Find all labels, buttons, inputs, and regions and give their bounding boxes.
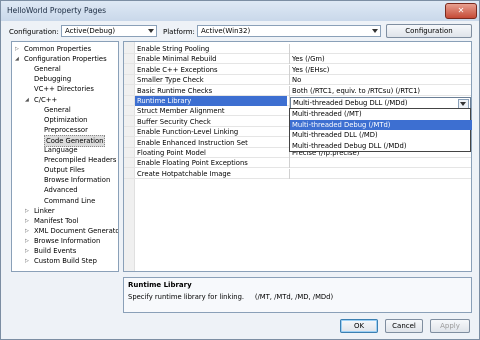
property-value bbox=[292, 44, 470, 54]
chevron-down-icon bbox=[460, 102, 466, 106]
dropdown-option[interactable]: Multi-threaded (/MT) bbox=[290, 109, 472, 120]
property-name: Enable Floating Point Exceptions bbox=[137, 159, 248, 168]
description-text: Specify runtime library for linking. (/M… bbox=[128, 293, 334, 301]
property-value: Yes (/EHsc) bbox=[292, 65, 330, 74]
tree-item[interactable]: C/C++ bbox=[34, 95, 57, 105]
description-title: Runtime Library bbox=[128, 281, 192, 289]
description-panel: Runtime Library Specify runtime library … bbox=[123, 277, 472, 313]
dropdown-option[interactable]: Multi-threaded Debug (/MTd) bbox=[290, 119, 472, 131]
tree-item[interactable]: Output Files bbox=[44, 165, 85, 175]
chevron-down-icon bbox=[372, 29, 378, 33]
property-row[interactable]: Enable Floating Point Exceptions bbox=[124, 158, 471, 169]
property-value bbox=[292, 158, 470, 168]
runtime-library-options[interactable]: Multi-threaded (/MT) Multi-threaded Debug… bbox=[289, 108, 472, 152]
tree-item[interactable]: Advanced bbox=[44, 185, 78, 195]
property-name: Create Hotpatchable Image bbox=[137, 169, 231, 178]
tree-item[interactable]: Browse Information bbox=[34, 236, 100, 246]
tree-item[interactable]: VC++ Directories bbox=[34, 84, 94, 94]
column-divider bbox=[289, 64, 290, 75]
property-pages-window: HelloWorld Property Pages ✕ Configuratio… bbox=[0, 0, 480, 340]
property-row[interactable]: Enable String Pooling bbox=[124, 44, 471, 54]
property-name: Enable Minimal Rebuild bbox=[137, 55, 217, 64]
configuration-value: Active(Debug) bbox=[65, 27, 116, 35]
property-row[interactable]: Enable Minimal Rebuild Yes (/Gm) bbox=[124, 54, 471, 65]
property-name: Buffer Security Check bbox=[137, 117, 211, 126]
dropdown-option[interactable]: Multi-threaded Debug DLL (/MDd) bbox=[290, 141, 472, 152]
expand-arrow-icon[interactable]: ▷ bbox=[25, 248, 29, 254]
ok-button[interactable]: OK bbox=[340, 319, 378, 333]
property-name: Enable String Pooling bbox=[137, 45, 210, 53]
configuration-label: Configuration: bbox=[9, 28, 59, 36]
property-name: Floating Point Model bbox=[137, 149, 206, 157]
tree-item[interactable]: Common Properties bbox=[24, 44, 91, 54]
tree-item[interactable]: XML Document Generator bbox=[34, 226, 118, 236]
expand-arrow-icon[interactable]: ▷ bbox=[15, 46, 19, 52]
property-value bbox=[292, 169, 470, 179]
property-row[interactable]: Create Hotpatchable Image bbox=[124, 168, 471, 179]
tree-item[interactable]: Preprocessor bbox=[44, 125, 88, 135]
window-title: HelloWorld Property Pages bbox=[7, 6, 107, 15]
title-bar: HelloWorld Property Pages ✕ bbox=[1, 1, 479, 21]
property-row[interactable]: Basic Runtime Checks Both (/RTC1, equiv. … bbox=[124, 85, 471, 96]
tree-item[interactable]: Manifest Tool bbox=[34, 216, 78, 226]
tree-item[interactable]: Precompiled Headers bbox=[44, 155, 116, 165]
apply-button[interactable]: Apply bbox=[430, 319, 470, 333]
platform-select[interactable]: Active(Win32) bbox=[197, 25, 381, 37]
collapse-arrow-icon[interactable]: ◢ bbox=[25, 97, 29, 103]
property-name: Smaller Type Check bbox=[137, 76, 204, 85]
property-value: Both (/RTC1, equiv. to /RTCsu) (/RTC1) bbox=[292, 86, 421, 95]
property-row[interactable]: Enable C++ Exceptions Yes (/EHsc) bbox=[124, 64, 471, 75]
property-name: Runtime Library bbox=[135, 96, 287, 106]
column-divider bbox=[289, 158, 290, 169]
collapse-arrow-icon[interactable]: ◢ bbox=[15, 56, 19, 62]
property-name: Enable Enhanced Instruction Set bbox=[137, 138, 248, 147]
tree-item[interactable]: Build Events bbox=[34, 246, 76, 256]
property-grid[interactable]: Enable String Pooling Enable Minimal Rebu… bbox=[123, 41, 472, 272]
tree-item[interactable]: Debugging bbox=[34, 74, 71, 84]
tree-item[interactable]: Command Line bbox=[44, 196, 95, 206]
runtime-library-value: Multi-threaded Debug DLL (/MDd) bbox=[293, 99, 408, 107]
tree-item[interactable]: Browse Information bbox=[44, 175, 110, 185]
property-value: Yes (/Gm) bbox=[292, 55, 325, 64]
property-name: Struct Member Alignment bbox=[137, 107, 225, 116]
column-divider bbox=[289, 54, 290, 65]
configuration-manager-button[interactable]: Configuration Manager... bbox=[386, 24, 472, 48]
platform-label: Platform: bbox=[163, 28, 195, 36]
tree-item[interactable]: Linker bbox=[34, 206, 55, 216]
expand-arrow-icon[interactable]: ▷ bbox=[25, 218, 29, 224]
dropdown-option[interactable]: Multi-threaded DLL (/MD) bbox=[290, 130, 472, 141]
property-row[interactable]: Smaller Type Check No bbox=[124, 75, 471, 86]
platform-value: Active(Win32) bbox=[201, 27, 251, 35]
column-divider bbox=[289, 168, 290, 179]
column-divider bbox=[289, 85, 290, 96]
property-value: No bbox=[292, 76, 302, 85]
expand-arrow-icon[interactable]: ▷ bbox=[25, 258, 29, 264]
property-name: Enable Function-Level Linking bbox=[137, 128, 239, 137]
tree-item[interactable]: Language bbox=[44, 145, 78, 155]
expand-arrow-icon[interactable]: ▷ bbox=[25, 228, 29, 234]
property-name: Basic Runtime Checks bbox=[137, 86, 213, 95]
column-divider bbox=[289, 44, 290, 54]
property-name: Enable C++ Exceptions bbox=[137, 65, 218, 74]
expand-arrow-icon[interactable]: ▷ bbox=[25, 208, 29, 214]
cancel-button[interactable]: Cancel bbox=[385, 319, 423, 333]
tree-item[interactable]: General bbox=[44, 105, 71, 115]
configuration-select[interactable]: Active(Debug) bbox=[61, 25, 157, 37]
property-tree[interactable]: ▷ Common Properties ◢ Configuration Propert… bbox=[11, 41, 119, 272]
expand-arrow-icon[interactable]: ▷ bbox=[25, 238, 29, 244]
chevron-down-icon bbox=[148, 29, 154, 33]
tree-item[interactable]: Custom Build Step bbox=[34, 256, 97, 266]
tree-item[interactable]: General bbox=[34, 64, 61, 74]
column-divider bbox=[289, 75, 290, 86]
tree-item[interactable]: Optimization bbox=[44, 115, 87, 125]
close-button[interactable]: ✕ bbox=[445, 3, 477, 19]
tree-item[interactable]: Configuration Properties bbox=[24, 54, 107, 64]
